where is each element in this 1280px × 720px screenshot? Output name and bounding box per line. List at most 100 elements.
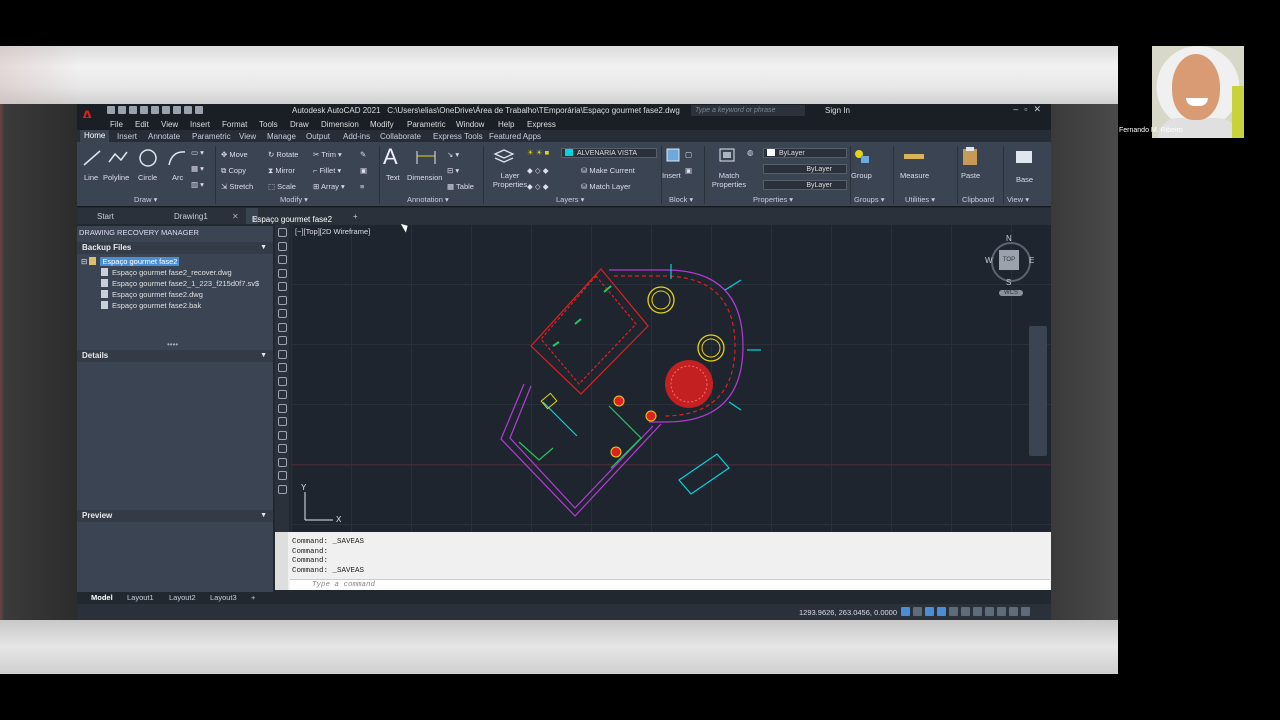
- layer-properties-icon[interactable]: [493, 146, 515, 166]
- open-icon[interactable]: [118, 106, 126, 114]
- tab-featured-apps[interactable]: Featured Apps: [489, 132, 541, 141]
- circle-tool-icon[interactable]: [277, 309, 287, 318]
- trim-button[interactable]: ✂ Trim ▾: [313, 150, 342, 159]
- chair[interactable]: [613, 395, 625, 407]
- arc-tool-icon[interactable]: [277, 295, 287, 305]
- paste-icon[interactable]: [959, 146, 981, 166]
- wcs-menu[interactable]: WCS: [999, 290, 1023, 296]
- insert-block-tool-icon[interactable]: [277, 376, 287, 386]
- chair[interactable]: [645, 410, 657, 422]
- new-tab-icon[interactable]: +: [353, 212, 358, 221]
- menu-edit[interactable]: Edit: [135, 120, 149, 129]
- chair[interactable]: [610, 446, 622, 458]
- layer-state-icons[interactable]: ☀ ☀ ■: [527, 148, 549, 157]
- new-icon[interactable]: [107, 106, 115, 114]
- layer-properties-button[interactable]: Layer Properties: [492, 171, 528, 189]
- list-item[interactable]: Espaço gourmet fase2_1_223_f215d0f7.sv$: [101, 279, 259, 288]
- lineweight-icon[interactable]: [961, 607, 970, 616]
- polyline-tool-icon[interactable]: [277, 255, 287, 264]
- polyline-button[interactable]: Polyline: [103, 173, 129, 182]
- color-dropdown[interactable]: ByLayer: [763, 148, 847, 158]
- add-layout-icon[interactable]: +: [251, 593, 255, 602]
- insert-button[interactable]: Insert: [662, 171, 681, 180]
- panel-modify[interactable]: Modify ▾: [280, 195, 308, 206]
- viewcube-top[interactable]: TOP: [999, 250, 1019, 270]
- list-item[interactable]: Espaço gourmet fase2_recover.dwg: [101, 268, 232, 277]
- table-tool-icon[interactable]: [277, 457, 287, 467]
- scale-button[interactable]: ⬚ Scale: [268, 182, 296, 191]
- fillet-button[interactable]: ⌐ Fillet ▾: [313, 166, 341, 175]
- panel-clipboard[interactable]: Clipboard: [962, 195, 994, 206]
- preview-header[interactable]: Preview ▼: [77, 510, 273, 522]
- linetype-dropdown[interactable]: ByLayer: [763, 164, 847, 174]
- copy-button[interactable]: ⧉ Copy: [221, 166, 246, 176]
- tab-layout1[interactable]: Layout1: [127, 593, 154, 602]
- panel-view[interactable]: View ▾: [1007, 195, 1029, 206]
- match-properties-icon[interactable]: [717, 146, 739, 166]
- menu-format[interactable]: Format: [222, 120, 247, 129]
- region-tool-icon[interactable]: [277, 444, 287, 453]
- arc-icon[interactable]: [166, 148, 188, 168]
- tab-layout3[interactable]: Layout3: [210, 593, 237, 602]
- command-window-controls[interactable]: [275, 532, 288, 590]
- panel-properties[interactable]: Properties ▾: [753, 195, 793, 206]
- tab-start[interactable]: Start: [97, 212, 114, 221]
- mtext-icon[interactable]: ⊟ ▾: [447, 166, 459, 175]
- base-button[interactable]: Base: [1016, 175, 1033, 184]
- text-icon[interactable]: A: [383, 144, 398, 170]
- close-drawing1-icon[interactable]: ✕: [232, 212, 239, 221]
- block-create-icon[interactable]: ▣: [685, 166, 692, 175]
- erase-icon[interactable]: ✎: [360, 150, 366, 159]
- window-controls[interactable]: –▫✕: [1013, 104, 1047, 115]
- drawing-viewport[interactable]: [−][Top][2D Wireframe] Y X TOP N S W E W…: [291, 224, 1051, 532]
- command-input[interactable]: Type a command: [290, 579, 1050, 590]
- tab-add-ins[interactable]: Add-ins: [343, 132, 370, 141]
- rectangle-icon[interactable]: ▭ ▾: [191, 148, 204, 157]
- rectangle-tool-icon[interactable]: [277, 282, 287, 291]
- osnap-icon[interactable]: [949, 607, 958, 616]
- save-icon[interactable]: [129, 106, 137, 114]
- text-button[interactable]: Text: [386, 173, 400, 182]
- panel-utilities[interactable]: Utilities ▾: [905, 195, 935, 206]
- hatch-icon[interactable]: ▦ ▾: [191, 164, 204, 173]
- fullscreen-icon[interactable]: [1009, 607, 1018, 616]
- menu-help[interactable]: Help: [498, 120, 514, 129]
- polyline-icon[interactable]: [107, 148, 129, 168]
- tab-layout2[interactable]: Layout2: [169, 593, 196, 602]
- menu-window[interactable]: Window: [456, 120, 484, 129]
- plant-tree[interactable]: [665, 360, 713, 408]
- compass-w[interactable]: W: [985, 256, 993, 265]
- menu-view[interactable]: View: [161, 120, 178, 129]
- viewcube[interactable]: TOP N S W E WCS: [985, 234, 1041, 298]
- list-item[interactable]: Espaço gourmet fase2.bak: [101, 301, 201, 310]
- construction-line-icon[interactable]: [277, 241, 287, 251]
- plot-icon[interactable]: [173, 106, 181, 114]
- tab-drawing1[interactable]: Drawing1: [174, 212, 208, 221]
- add-selected-tool-icon[interactable]: [277, 484, 287, 494]
- tab-annotate[interactable]: Annotate: [148, 132, 180, 141]
- ortho-icon[interactable]: [925, 607, 934, 616]
- floor-plan-drawing[interactable]: [291, 224, 1051, 532]
- match-layer-button[interactable]: ⛁ Match Layer: [581, 182, 631, 191]
- mirror-button[interactable]: ⧗ Mirror: [268, 166, 295, 176]
- line-icon[interactable]: [81, 148, 103, 168]
- match-properties-button[interactable]: Match Properties: [711, 171, 747, 189]
- details-header[interactable]: Details ▼: [77, 350, 273, 362]
- spline-tool-icon[interactable]: [277, 336, 287, 345]
- panel-draw[interactable]: Draw ▾: [134, 195, 157, 206]
- menu-modify[interactable]: Modify: [370, 120, 394, 129]
- group-button[interactable]: Group: [851, 171, 872, 180]
- line-tool-icon[interactable]: [277, 228, 287, 237]
- menu-file[interactable]: File: [110, 120, 123, 129]
- make-block-tool-icon[interactable]: [277, 390, 287, 399]
- arc-button[interactable]: Arc: [172, 173, 183, 182]
- annotation-icon[interactable]: [985, 607, 994, 616]
- workspace-icon[interactable]: [973, 607, 982, 616]
- region-icon[interactable]: ▥ ▾: [191, 180, 204, 189]
- rotate-button[interactable]: ↻ Rotate: [268, 150, 298, 159]
- tab-output[interactable]: Output: [306, 132, 330, 141]
- panel-groups[interactable]: Groups ▾: [854, 195, 884, 206]
- tab-collaborate[interactable]: Collaborate: [380, 132, 421, 141]
- redo-icon[interactable]: [195, 106, 203, 114]
- panel-annotation[interactable]: Annotation ▾: [407, 195, 449, 206]
